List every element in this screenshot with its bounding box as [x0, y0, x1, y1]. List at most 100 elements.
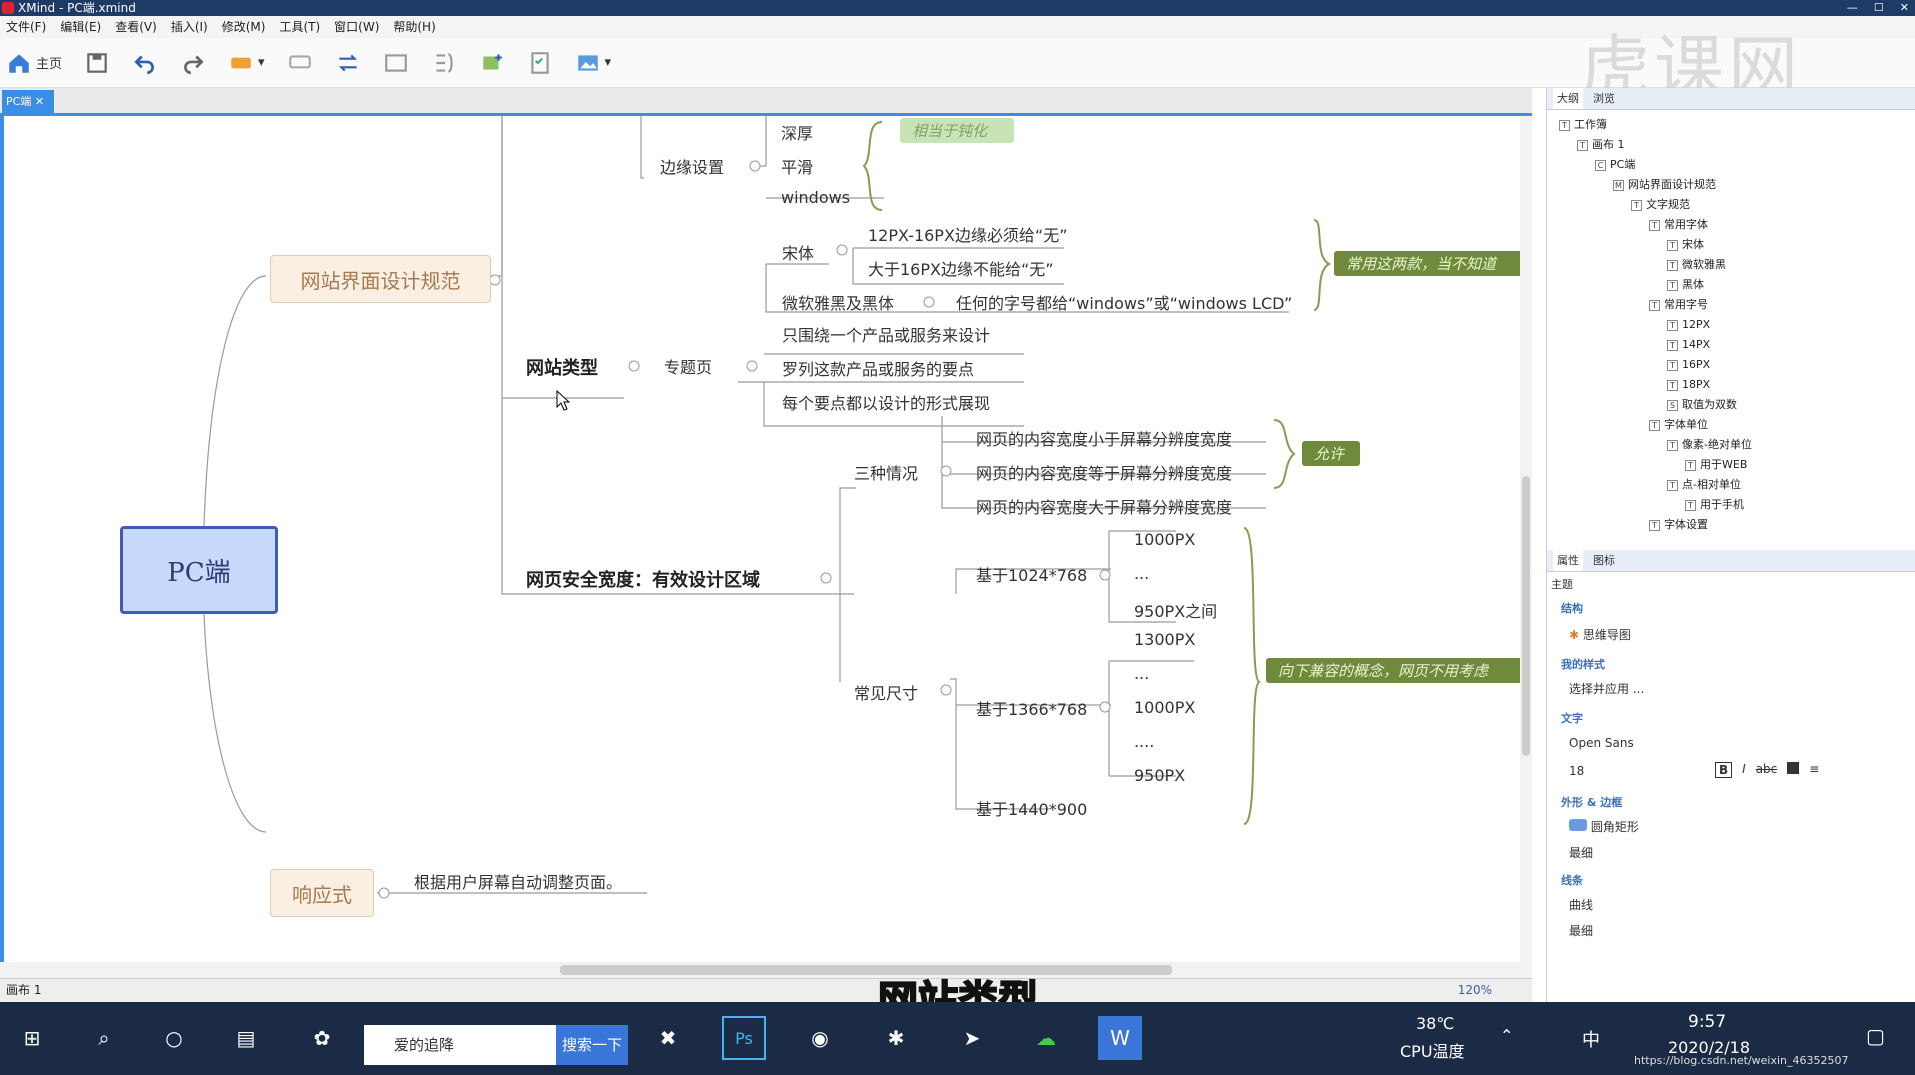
topic-edge-item[interactable]: 深厚: [781, 120, 813, 144]
menu-modify[interactable]: 修改(M): [222, 16, 266, 38]
align-button[interactable]: ≡: [1809, 762, 1819, 778]
style-select[interactable]: 选择并应用 ...: [1569, 680, 1644, 697]
outline-row[interactable]: T 常用字体: [1649, 216, 1708, 234]
tab-browse[interactable]: 浏览: [1593, 88, 1615, 109]
menu-help[interactable]: 帮助(H): [393, 16, 435, 38]
topic-1366-item[interactable]: 1000PX: [1134, 698, 1195, 717]
topic-type-item[interactable]: 只围绕一个产品或服务来设计: [782, 322, 990, 346]
cortana-icon[interactable]: ○: [152, 1016, 196, 1060]
wechat-icon[interactable]: ☁: [1024, 1016, 1068, 1060]
italic-button[interactable]: I: [1742, 762, 1746, 778]
strike-button[interactable]: abc: [1756, 762, 1778, 778]
topic-common-sizes[interactable]: 常见尺寸: [854, 680, 918, 704]
outline-row[interactable]: T 文字规范: [1631, 196, 1690, 214]
taskbar-search-input[interactable]: 爱的追降: [364, 1025, 556, 1065]
zoom-level[interactable]: 120%: [1458, 979, 1492, 1001]
task-view-icon[interactable]: ▤: [224, 1016, 268, 1060]
tab-properties[interactable]: 属性: [1553, 550, 1583, 571]
topic-special-page[interactable]: 专题页: [664, 354, 712, 378]
mindmap-canvas[interactable]: PC端 网站界面设计规范 响应式 边缘设置 深厚 平滑 windows 相当于钝…: [0, 116, 1530, 962]
topic-safe-width[interactable]: 网页安全宽度：有效设计区域: [526, 566, 760, 592]
bold-button[interactable]: B: [1715, 762, 1733, 778]
topic-case-item[interactable]: 网页的内容宽度小于屏幕分辨度宽度: [976, 426, 1232, 450]
feishu-icon[interactable]: ➤: [950, 1016, 994, 1060]
topic-type-item[interactable]: 每个要点都以设计的形式展现: [782, 390, 990, 414]
xmind-taskbar-icon[interactable]: ✖: [646, 1016, 690, 1060]
topic-case-item[interactable]: 网页的内容宽度等于屏幕分辨度宽度: [976, 460, 1232, 484]
search-icon[interactable]: ⌕: [82, 1016, 126, 1060]
menu-view[interactable]: 查看(V): [115, 16, 157, 38]
outline-row[interactable]: T 点-相对单位: [1667, 476, 1741, 494]
outline-row[interactable]: C PC端: [1595, 156, 1635, 174]
topic-edge-setting[interactable]: 边缘设置: [660, 154, 724, 178]
topic-yahei-item[interactable]: 任何的字号都给“windows”或“windows LCD”: [956, 290, 1292, 314]
close-button[interactable]: ✕: [1900, 0, 1909, 16]
font-select[interactable]: Open Sans: [1569, 736, 1634, 750]
image-button[interactable]: ▾: [575, 50, 611, 76]
undo-button[interactable]: [132, 50, 158, 76]
topic-design-spec[interactable]: 网站界面设计规范: [270, 255, 491, 303]
topic-responsive-item[interactable]: 根据用户屏幕自动调整页面。: [414, 869, 622, 893]
app-icon[interactable]: ✿: [300, 1016, 344, 1060]
outline-row[interactable]: T 16PX: [1667, 356, 1710, 374]
topic-edge-item[interactable]: 平滑: [781, 154, 813, 178]
menu-tools[interactable]: 工具(T): [279, 16, 320, 38]
topic-responsive[interactable]: 响应式: [270, 869, 374, 917]
boundary-button[interactable]: [383, 50, 409, 76]
outline-row[interactable]: T 画布 1: [1577, 136, 1625, 154]
taskbar-search-button[interactable]: 搜索一下: [556, 1025, 628, 1065]
border-width-select[interactable]: 最细: [1569, 844, 1593, 861]
topic-1024-item[interactable]: 1000PX: [1134, 530, 1195, 549]
save-button[interactable]: [84, 50, 110, 76]
topic-edge-item[interactable]: windows: [781, 188, 850, 207]
ime-indicator[interactable]: 中: [1582, 1026, 1600, 1052]
outline-row[interactable]: T 18PX: [1667, 376, 1710, 394]
outline-row[interactable]: T 像素-绝对单位: [1667, 436, 1752, 454]
topic-1366-item[interactable]: 950PX: [1134, 766, 1185, 785]
menu-insert[interactable]: 插入(I): [171, 16, 208, 38]
note-allow[interactable]: 允许: [1302, 441, 1360, 466]
tray-chevron-icon[interactable]: ⌃: [1500, 1026, 1513, 1045]
scroll-thumb[interactable]: [560, 965, 1172, 975]
relationship-button[interactable]: [335, 50, 361, 76]
summary-button[interactable]: [431, 50, 457, 76]
star-app-icon[interactable]: ✱: [874, 1016, 918, 1060]
topic-1366-item[interactable]: ....: [1134, 732, 1154, 751]
topic-song[interactable]: 宋体: [782, 240, 814, 264]
outline-row[interactable]: T 用于手机: [1685, 496, 1744, 514]
redo-button[interactable]: [180, 50, 206, 76]
start-icon[interactable]: ⊞: [10, 1016, 54, 1060]
topic-1024-item[interactable]: ...: [1134, 564, 1149, 583]
note-compat[interactable]: 向下兼容的概念，网页不用考虑: [1266, 658, 1524, 683]
outline-row[interactable]: T 常用字号: [1649, 296, 1708, 314]
tab-outline[interactable]: 大纲: [1553, 88, 1583, 109]
structure-select[interactable]: ✱ 思维导图: [1569, 626, 1631, 643]
topic-1366-item[interactable]: ...: [1134, 664, 1149, 683]
shape-select[interactable]: 圆角矩形: [1569, 818, 1639, 835]
topic-yahei[interactable]: 微软雅黑及黑体: [782, 290, 894, 314]
menu-edit[interactable]: 编辑(E): [60, 16, 101, 38]
tab-pc[interactable]: PC端 ✕: [2, 90, 54, 114]
tab-close-icon[interactable]: ✕: [35, 95, 44, 108]
topic-type-item[interactable]: 罗列这款产品或服务的要点: [782, 356, 974, 380]
notification-icon[interactable]: ▢: [1866, 1024, 1885, 1048]
font-size-select[interactable]: 18: [1569, 764, 1584, 778]
root-topic[interactable]: PC端: [120, 526, 278, 614]
line-shape-select[interactable]: 曲线: [1569, 896, 1593, 913]
word-icon[interactable]: W: [1098, 1016, 1142, 1060]
topic-button[interactable]: ▾: [228, 50, 265, 76]
callout-button[interactable]: [287, 50, 313, 76]
note-font[interactable]: 常用这两款，当不知道: [1334, 251, 1524, 276]
task-button[interactable]: [527, 50, 553, 76]
topic-1024[interactable]: 基于1024*768: [976, 562, 1087, 586]
outline-row[interactable]: S 取值为双数: [1667, 396, 1737, 414]
scroll-thumb[interactable]: [1522, 476, 1530, 756]
line-width-select[interactable]: 最细: [1569, 922, 1593, 939]
home-button[interactable]: 主页: [6, 50, 62, 76]
note-edge[interactable]: 相当于钝化: [900, 118, 1014, 143]
topic-1366-item[interactable]: 1300PX: [1134, 630, 1195, 649]
tab-icons[interactable]: 图标: [1593, 550, 1615, 571]
photoshop-icon[interactable]: Ps: [722, 1016, 766, 1060]
outline-row[interactable]: T 12PX: [1667, 316, 1710, 334]
outline-row[interactable]: T 字体单位: [1649, 416, 1708, 434]
